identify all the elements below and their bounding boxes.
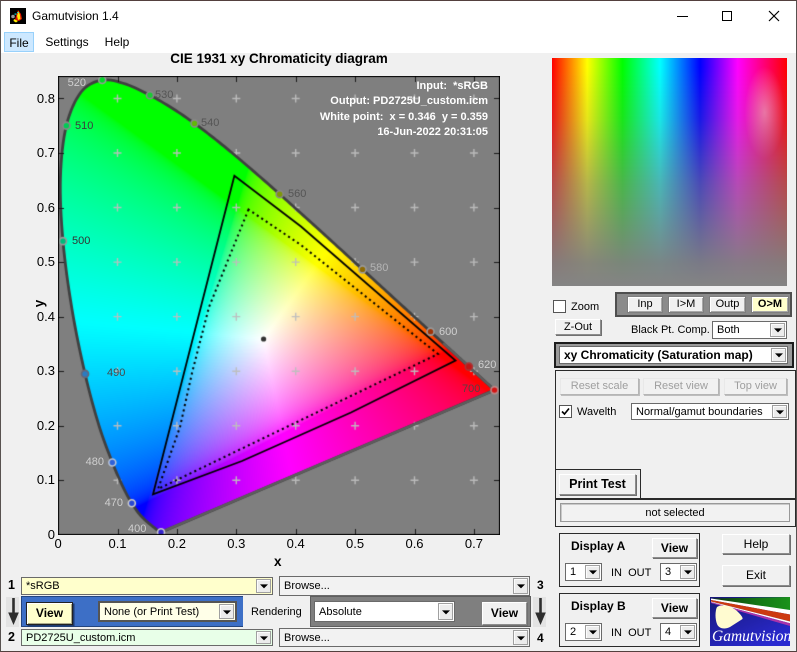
svg-text:Gamutvision: Gamutvision xyxy=(712,628,790,645)
